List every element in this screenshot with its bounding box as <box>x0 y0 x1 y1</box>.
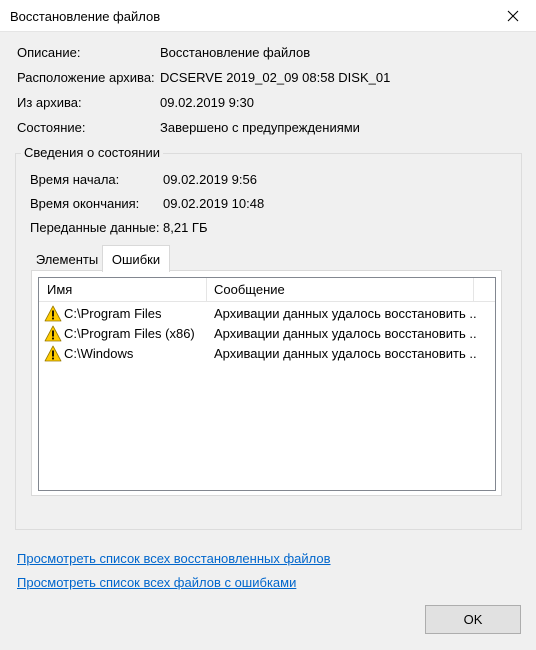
item-name: C:\Program Files (x86) <box>64 326 195 341</box>
column-header-message[interactable]: Сообщение <box>207 278 474 301</box>
close-icon <box>507 10 519 21</box>
item-name: C:\Windows <box>64 346 134 361</box>
window-title: Восстановление файлов <box>10 9 161 24</box>
list-item[interactable]: C:\Program Files Архивации данных удалос… <box>39 304 495 324</box>
warning-icon <box>44 345 62 362</box>
errors-tab-panel: Имя Сообщение C:\Program Files Архивации… <box>31 270 502 496</box>
item-name: C:\Program Files <box>64 306 162 321</box>
item-message: Архивации данных удалось восстановить ..… <box>214 306 476 321</box>
status-value: 09.02.2019 10:48 <box>163 196 265 211</box>
column-header-label: Имя <box>47 282 73 297</box>
errors-list[interactable]: Имя Сообщение C:\Program Files Архивации… <box>38 277 496 491</box>
info-value: Завершено с предупреждениями <box>160 120 360 135</box>
groupbox-legend: Сведения о состоянии <box>21 145 163 160</box>
tab-elements[interactable]: Элементы <box>31 248 103 271</box>
info-label: Из архива: <box>17 95 82 110</box>
ok-button[interactable]: OK <box>425 605 521 634</box>
list-item[interactable]: C:\Windows Архивации данных удалось восс… <box>39 344 495 364</box>
column-header-label: Сообщение <box>214 282 285 297</box>
info-value: Восстановление файлов <box>160 45 311 60</box>
warning-icon <box>44 325 62 342</box>
title-bar: Восстановление файлов <box>0 0 536 32</box>
info-value: 09.02.2019 9:30 <box>160 95 254 110</box>
status-value: 09.02.2019 9:56 <box>163 172 257 187</box>
status-value: 8,21 ГБ <box>163 220 208 235</box>
status-label: Время окончания: <box>30 196 140 211</box>
info-label: Описание: <box>17 45 81 60</box>
view-error-files-link[interactable]: Просмотреть список всех файлов с ошибкам… <box>17 575 296 590</box>
view-restored-files-link[interactable]: Просмотреть список всех восстановленных … <box>17 551 331 566</box>
close-button[interactable] <box>490 0 536 31</box>
ok-button-label: OK <box>463 612 483 627</box>
column-header-name[interactable]: Имя <box>39 278 207 301</box>
info-value: DCSERVE 2019_02_09 08:58 DISK_01 <box>160 70 391 85</box>
list-header: Имя Сообщение <box>39 278 495 302</box>
status-label: Время начала: <box>30 172 120 187</box>
item-message: Архивации данных удалось восстановить ..… <box>214 326 476 341</box>
tab-label: Ошибки <box>111 251 161 267</box>
info-label: Состояние: <box>17 120 86 135</box>
status-label: Переданные данные: <box>30 220 160 235</box>
tab-label: Элементы <box>35 252 99 267</box>
list-item[interactable]: C:\Program Files (x86) Архивации данных … <box>39 324 495 344</box>
tab-errors[interactable]: Ошибки <box>102 245 170 272</box>
item-message: Архивации данных удалось восстановить ..… <box>214 346 476 361</box>
warning-icon <box>44 305 62 322</box>
info-label: Расположение архива: <box>17 70 155 85</box>
